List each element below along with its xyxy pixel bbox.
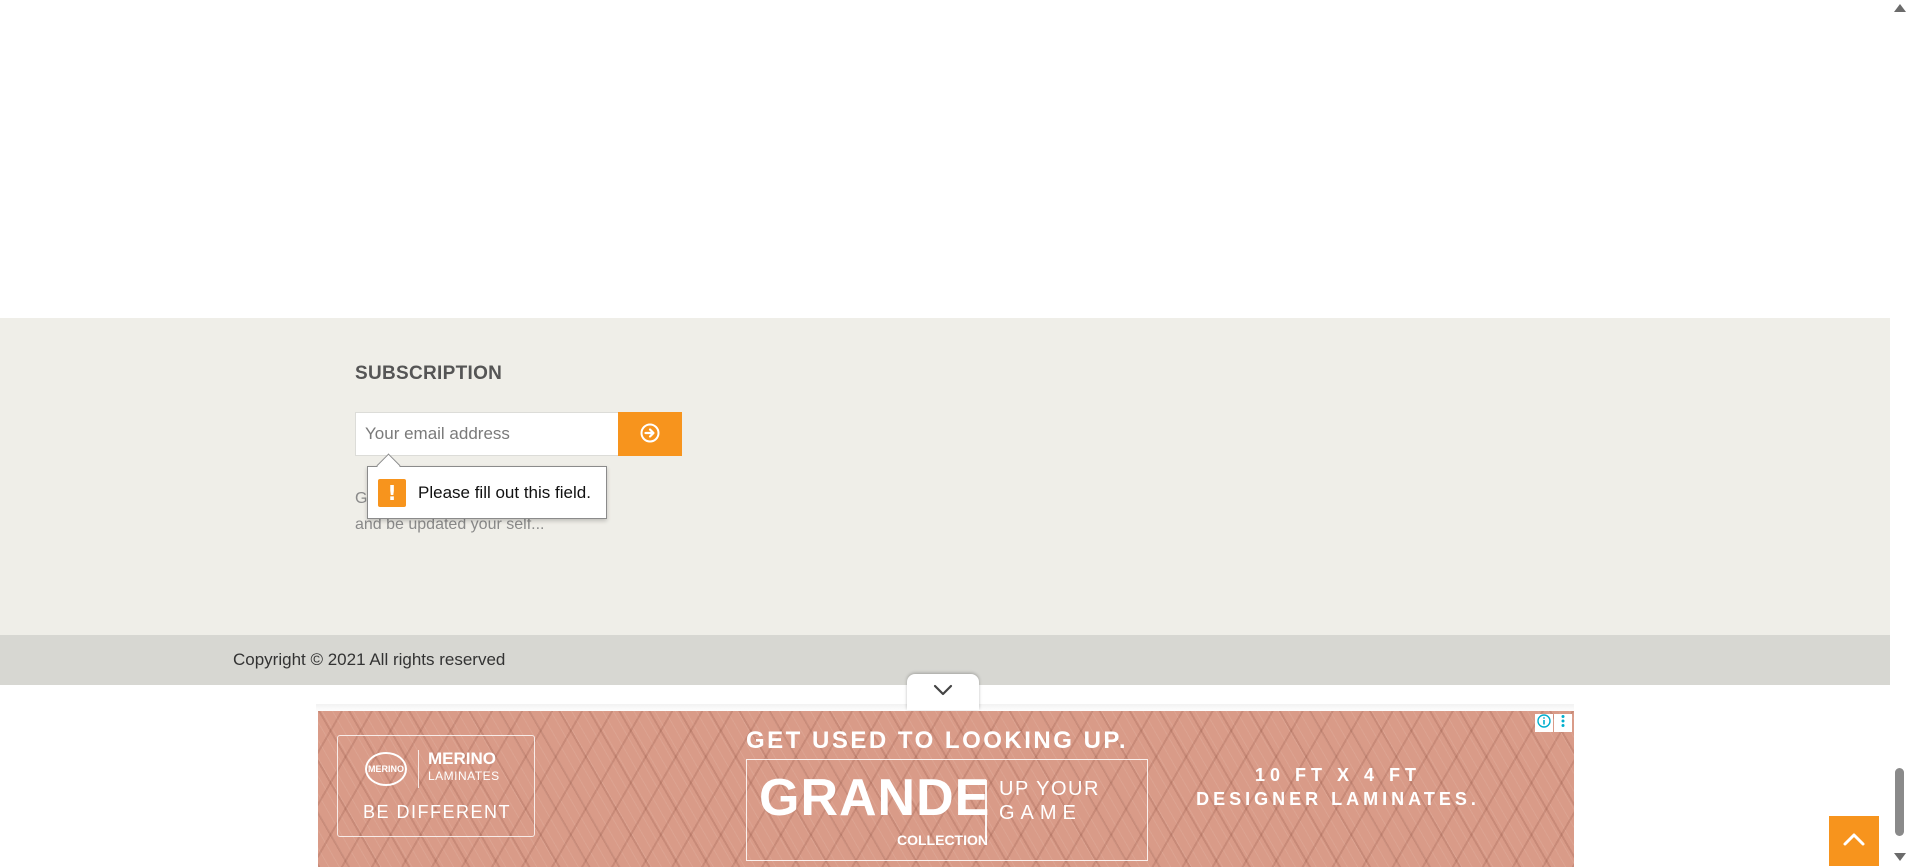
- copyright-text: Copyright © 2021 All rights reserved: [233, 650, 506, 669]
- scroll-up-arrow-icon[interactable]: [1894, 4, 1906, 12]
- ad-product: GRANDE: [759, 769, 991, 827]
- ad-logo-mark: MERINO: [365, 752, 407, 786]
- ad-options-button[interactable]: [1554, 714, 1572, 732]
- ad-logo-box: MERINO MERINO LAMINATES BE DIFFERENT: [337, 735, 535, 837]
- subscribe-button[interactable]: [618, 412, 682, 456]
- ad-spec-line2: DESIGNER LAMINATES.: [1196, 789, 1480, 809]
- email-input[interactable]: [355, 412, 619, 456]
- chevron-up-icon: [1842, 831, 1866, 852]
- subscription-section: [0, 318, 1890, 635]
- ad-brand: MERINO: [428, 749, 496, 768]
- scroll-down-arrow-icon[interactable]: [1894, 853, 1906, 861]
- ad-slogan-line1: UP YOUR: [999, 778, 1100, 800]
- scrollbar-thumb[interactable]: [1895, 768, 1904, 836]
- arrow-circle-right-icon: [640, 423, 660, 446]
- chevron-down-icon: [933, 683, 953, 701]
- back-to-top-button[interactable]: [1829, 816, 1879, 866]
- ad-slogan-line2: GAME: [999, 802, 1082, 824]
- ad-headline: GET USED TO LOOKING UP.: [746, 727, 1128, 754]
- exclamation-icon: !: [378, 478, 406, 507]
- ad-banner[interactable]: MERINO MERINO LAMINATES BE DIFFERENT GET…: [318, 711, 1574, 867]
- ad-brand-sub: LAMINATES: [428, 769, 500, 783]
- ad-logo-divider: [418, 750, 419, 788]
- ad-collection: COLLECTION: [897, 832, 988, 848]
- ad-tagline: BE DIFFERENT: [362, 802, 511, 822]
- validation-message: Please fill out this field.: [418, 482, 591, 502]
- ad-info-button[interactable]: [1535, 713, 1553, 733]
- subscription-title: SUBSCRIPTION: [355, 363, 503, 384]
- info-icon: [1537, 713, 1551, 733]
- more-vertical-icon: [1556, 714, 1570, 733]
- ad-collapse-button[interactable]: [907, 674, 979, 710]
- scrollbar[interactable]: [1890, 0, 1910, 867]
- page: SUBSCRIPTION Get the latest updates from…: [0, 0, 1910, 867]
- ad-product-box: GRANDE COLLECTION UP YOUR GAME: [746, 759, 1148, 861]
- ad-product-divider: [985, 780, 987, 838]
- ad-spec-line1: 10 FT X 4 FT: [1254, 765, 1422, 785]
- validation-tooltip: ! Please fill out this field.: [367, 466, 607, 519]
